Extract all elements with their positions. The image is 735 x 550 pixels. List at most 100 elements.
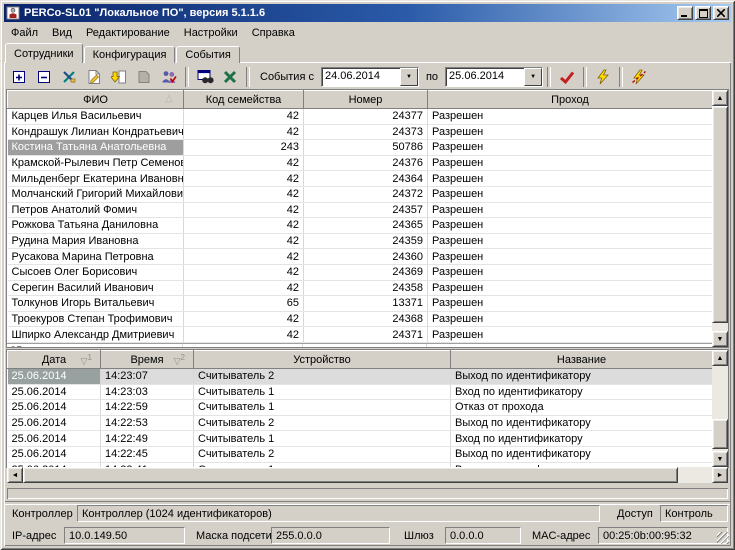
- employee-family-code[interactable]: 42: [184, 124, 304, 140]
- scroll-down-button[interactable]: ▼: [712, 451, 728, 467]
- apply-filter-button[interactable]: [555, 65, 579, 89]
- scroll-left-button[interactable]: ◄: [7, 467, 23, 483]
- column-header-name[interactable]: Название: [451, 351, 713, 369]
- close-button[interactable]: [713, 6, 729, 20]
- menu-item[interactable]: Настройки: [177, 25, 245, 41]
- scroll-up-button[interactable]: ▲: [712, 350, 728, 366]
- event-date[interactable]: 25.06.2014: [8, 415, 101, 431]
- employee-family-code[interactable]: 42: [184, 218, 304, 234]
- menu-item[interactable]: Вид: [45, 25, 79, 41]
- employee-row[interactable]: Толкунов Игорь Витальевич 65 13371 Разре…: [8, 296, 713, 312]
- stop-monitoring-button[interactable]: [627, 65, 651, 89]
- employee-access[interactable]: Разрешен: [428, 264, 713, 280]
- event-date[interactable]: 25.06.2014: [8, 384, 101, 400]
- employee-number[interactable]: 24358: [304, 280, 428, 296]
- event-time[interactable]: 14:22:53: [101, 415, 194, 431]
- event-row[interactable]: 25.06.2014 14:23:07 Считыватель 2 Выход …: [8, 369, 713, 385]
- load-from-controller-button[interactable]: [107, 65, 131, 89]
- employee-number[interactable]: 13371: [304, 296, 428, 312]
- employee-fio[interactable]: Рожкова Татьяна Даниловна: [8, 218, 184, 234]
- employee-family-code[interactable]: 42: [184, 311, 304, 327]
- resize-grip[interactable]: [717, 532, 729, 544]
- event-name[interactable]: Отказ от прохода: [451, 400, 713, 416]
- employee-number[interactable]: 24357: [304, 202, 428, 218]
- employee-row[interactable]: Рожкова Татьяна Даниловна 42 24365 Разре…: [8, 218, 713, 234]
- employee-fio[interactable]: Петров Анатолий Фомич: [8, 202, 184, 218]
- access-rights-button[interactable]: [157, 65, 181, 89]
- scrollbar-thumb[interactable]: [712, 106, 728, 323]
- employee-row[interactable]: Крамской-Рылевич Петр Семенович 42 24376…: [8, 155, 713, 171]
- employee-fio[interactable]: Костина Татьяна Анатольевна: [8, 140, 184, 156]
- employee-fio[interactable]: Русакова Марина Петровна: [8, 249, 184, 265]
- event-time[interactable]: 14:22:45: [101, 446, 194, 462]
- event-device[interactable]: Считыватель 2: [194, 415, 451, 431]
- event-device[interactable]: Считыватель 1: [194, 431, 451, 447]
- employee-family-code[interactable]: 42: [184, 109, 304, 125]
- scroll-right-button[interactable]: ►: [712, 467, 728, 483]
- employee-access[interactable]: Разрешен: [428, 202, 713, 218]
- menu-item[interactable]: Редактирование: [79, 25, 177, 41]
- employee-access[interactable]: Разрешен: [428, 233, 713, 249]
- event-date[interactable]: 25.06.2014: [8, 431, 101, 447]
- employee-access[interactable]: Разрешен: [428, 327, 713, 343]
- event-time[interactable]: 14:22:59: [101, 400, 194, 416]
- employee-family-code[interactable]: 42: [184, 171, 304, 187]
- event-name[interactable]: Вход по идентификатору: [451, 384, 713, 400]
- employee-row[interactable]: Костина Татьяна Анатольевна 243 50786 Ра…: [8, 140, 713, 156]
- employee-fio[interactable]: Рудина Мария Ивановна: [8, 233, 184, 249]
- event-row[interactable]: 25.06.2014 14:22:59 Считыватель 1 Отказ …: [8, 400, 713, 416]
- employee-access[interactable]: Разрешен: [428, 124, 713, 140]
- scrollbar-thumb[interactable]: [23, 467, 678, 483]
- column-header-number[interactable]: Номер: [304, 91, 428, 109]
- column-header-family-code[interactable]: Код семейства: [184, 91, 304, 109]
- employee-access[interactable]: Разрешен: [428, 311, 713, 327]
- event-device[interactable]: Считыватель 2: [194, 446, 451, 462]
- event-row[interactable]: 25.06.2014 14:22:49 Считыватель 1 Вход п…: [8, 431, 713, 447]
- event-name[interactable]: Выход по идентификатору: [451, 369, 713, 385]
- event-device[interactable]: Считыватель 1: [194, 384, 451, 400]
- employee-family-code[interactable]: 42: [184, 155, 304, 171]
- event-date[interactable]: 25.06.2014: [8, 400, 101, 416]
- column-header-date[interactable]: Дата ▽1: [8, 351, 101, 369]
- view-events-button[interactable]: [193, 65, 217, 89]
- employee-fio[interactable]: Шпирко Александр Дмитриевич: [8, 327, 184, 343]
- employee-family-code[interactable]: 243: [184, 140, 304, 156]
- menu-item[interactable]: Файл: [4, 25, 45, 41]
- employee-number[interactable]: 24360: [304, 249, 428, 265]
- employee-fio[interactable]: Молчанский Григорий Михайлович: [8, 186, 184, 202]
- scrollbar-track[interactable]: [712, 323, 728, 331]
- employee-number[interactable]: 24368: [304, 311, 428, 327]
- employee-fio[interactable]: Крамской-Рылевич Петр Семенович: [8, 155, 184, 171]
- employee-access[interactable]: Разрешен: [428, 155, 713, 171]
- event-date[interactable]: 25.06.2014: [8, 446, 101, 462]
- dropdown-arrow-icon[interactable]: ▼: [524, 68, 542, 86]
- edit-identifier-button[interactable]: [57, 65, 81, 89]
- menu-item[interactable]: Справка: [245, 25, 302, 41]
- employee-row[interactable]: Сысоев Олег Борисович 42 24369 Разрешен: [8, 264, 713, 280]
- employee-number[interactable]: 24369: [304, 264, 428, 280]
- event-row[interactable]: 25.06.2014 14:23:03 Считыватель 1 Вход п…: [8, 384, 713, 400]
- employee-number[interactable]: 50786: [304, 140, 428, 156]
- scrollbar-track[interactable]: [712, 366, 728, 451]
- events-horizontal-scrollbar[interactable]: ◄ ►: [7, 467, 728, 483]
- dropdown-arrow-icon[interactable]: ▼: [400, 68, 418, 86]
- employee-fio[interactable]: Мильденберг Екатерина Ивановна: [8, 171, 184, 187]
- event-time[interactable]: 14:22:49: [101, 431, 194, 447]
- delete-row-button[interactable]: [32, 65, 56, 89]
- date-to-combo[interactable]: 25.06.2014 ▼: [445, 67, 543, 87]
- employee-family-code[interactable]: 42: [184, 249, 304, 265]
- event-time[interactable]: 14:23:03: [101, 384, 194, 400]
- edit-card-button[interactable]: [82, 65, 106, 89]
- column-header-access[interactable]: Проход: [428, 91, 713, 109]
- employee-row[interactable]: Молчанский Григорий Михайлович 42 24372 …: [8, 186, 713, 202]
- employee-row[interactable]: Петров Анатолий Фомич 42 24357 Разрешен: [8, 202, 713, 218]
- employee-access[interactable]: Разрешен: [428, 296, 713, 312]
- employee-row[interactable]: Карцев Илья Васильевич 42 24377 Разрешен: [8, 109, 713, 125]
- employee-access[interactable]: Разрешен: [428, 186, 713, 202]
- employee-row[interactable]: Рудина Мария Ивановна 42 24359 Разрешен: [8, 233, 713, 249]
- employee-access[interactable]: Разрешен: [428, 171, 713, 187]
- employee-row[interactable]: Кондрашук Лилиан Кондратьевич 42 24373 Р…: [8, 124, 713, 140]
- employee-fio[interactable]: Троекуров Степан Трофимович: [8, 311, 184, 327]
- event-row[interactable]: 25.06.2014 14:22:53 Считыватель 2 Выход …: [8, 415, 713, 431]
- maximize-button[interactable]: [695, 6, 711, 20]
